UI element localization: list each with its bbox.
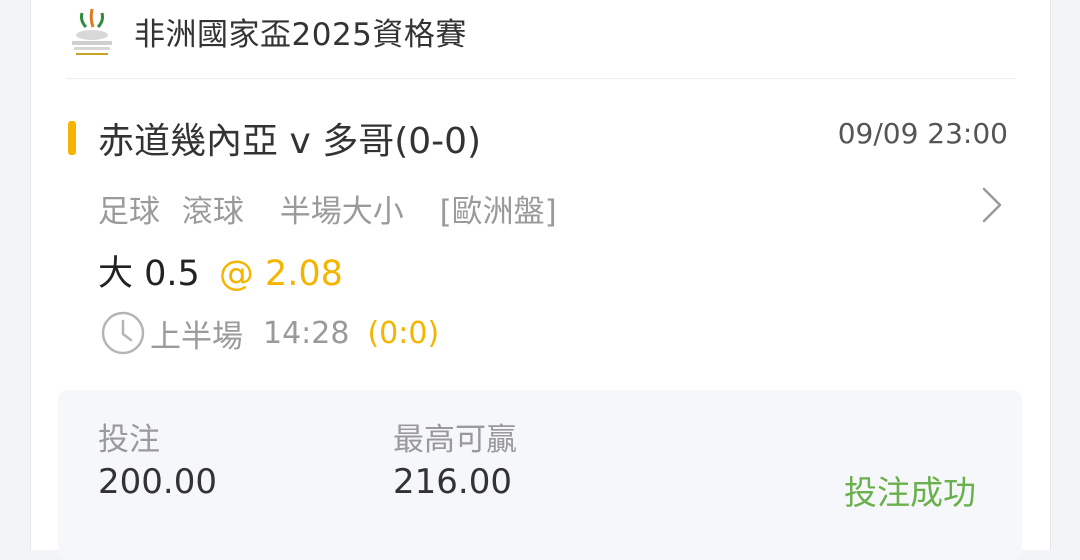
- bet-summary: 投注 200.00 最高可贏 216.00 投注成功: [58, 390, 1022, 560]
- stake-label: 投注: [98, 422, 160, 458]
- market-type-label: 半場大小: [279, 194, 404, 230]
- selection-odds: @ 2.08: [218, 254, 343, 294]
- bet-selection: 大 0.5 @ 2.08: [98, 245, 343, 296]
- match-teams: 赤道幾內亞 v 多哥(0-0): [98, 121, 482, 162]
- bet-status-badge: 投注成功: [844, 473, 976, 512]
- live-status: 上半場 14:28 (0:0): [100, 310, 439, 356]
- match-clock: 14:28: [263, 315, 350, 351]
- header-divider: [66, 78, 1016, 79]
- league-title: 非洲國家盃2025資格賽: [134, 16, 467, 53]
- sport-label: 足球: [98, 194, 160, 230]
- payout-label: 最高可贏: [393, 422, 517, 458]
- stake-value: 200.00: [98, 462, 217, 502]
- selection-pick: 大 0.5: [98, 254, 200, 294]
- match-accent-bar: [68, 121, 76, 155]
- market-info: 足球 滾球 半場大小 [歐洲盤]: [98, 186, 569, 231]
- match-datetime: 09/09 23:00: [837, 117, 1008, 150]
- payout-value: 216.00: [393, 462, 512, 502]
- league-header: 非洲國家盃2025資格賽: [66, 4, 467, 58]
- afcon-logo-icon: [66, 5, 118, 57]
- chevron-right-icon[interactable]: [976, 186, 1006, 224]
- live-score: (0:0): [367, 315, 440, 351]
- odds-format-label: [歐洲盤]: [439, 194, 557, 230]
- mode-label: 滾球: [181, 194, 244, 230]
- match-period: 上半場: [150, 318, 243, 355]
- clock-icon: [100, 310, 146, 356]
